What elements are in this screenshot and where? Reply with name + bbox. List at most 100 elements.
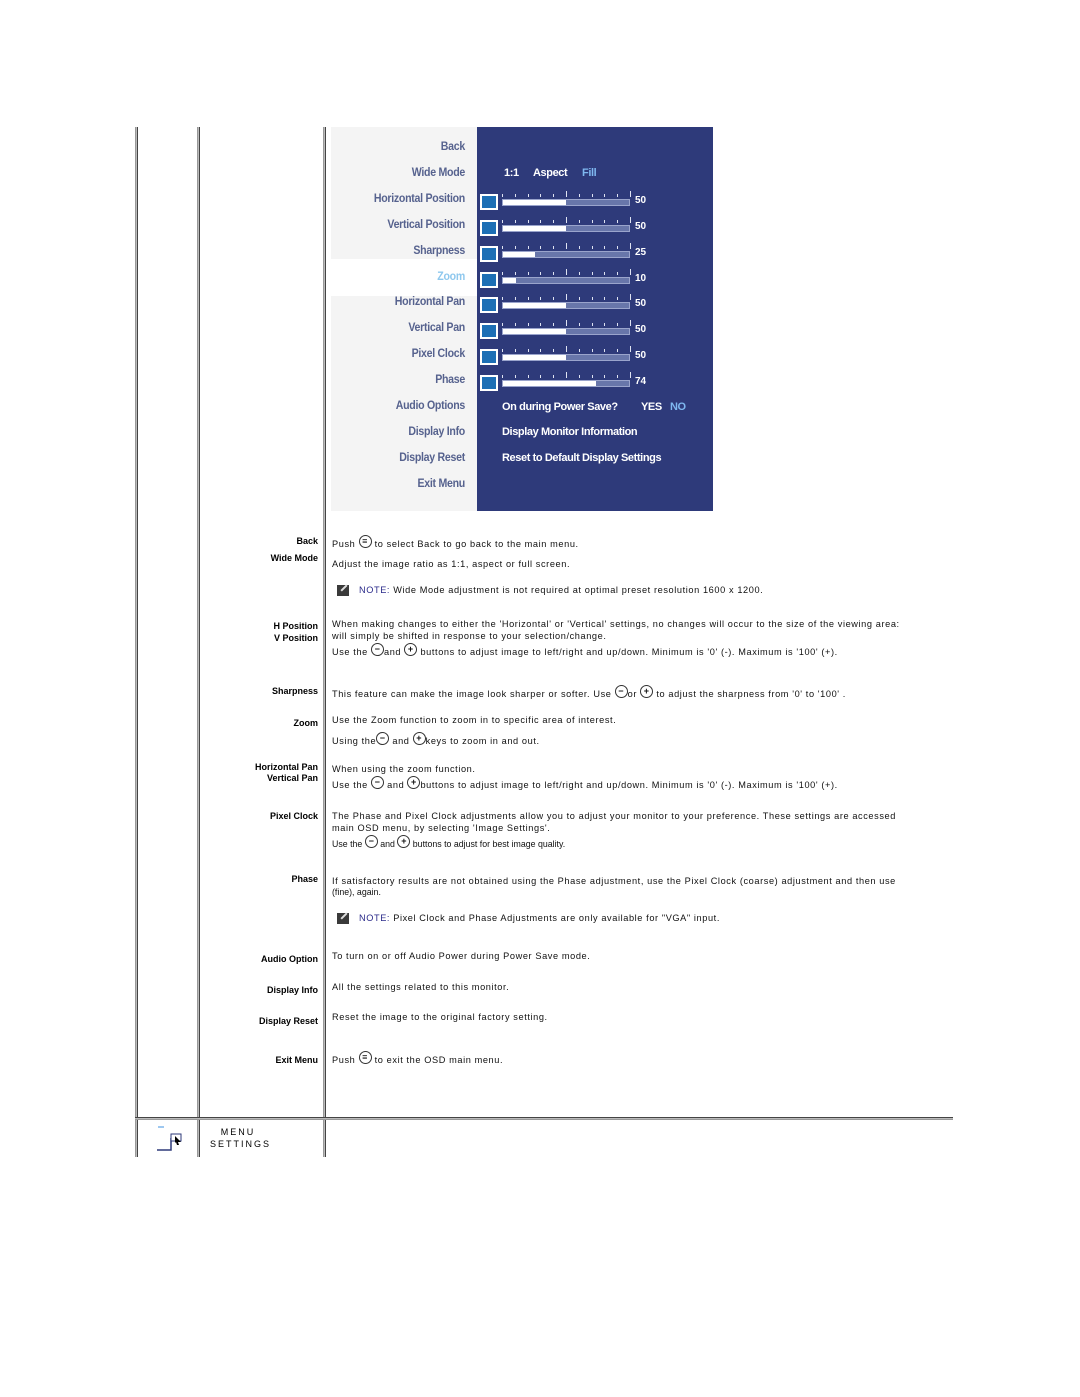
minus-button-icon: − [371, 643, 385, 656]
slider-fill [503, 303, 566, 309]
table-border [135, 127, 138, 1157]
desc-phase-2: (fine), again. [332, 887, 381, 897]
label-exit-menu: Exit Menu [275, 1055, 318, 1065]
desc-audio: To turn on or off Audio Power during Pow… [332, 951, 591, 961]
audio-yes: YES [641, 401, 662, 413]
slider-value: 50 [635, 298, 647, 310]
label-horizontal-pan: Horizontal Pan [254, 762, 318, 772]
desc-pixel-clock-3: Use the − and + buttons to adjust for be… [332, 835, 566, 849]
horizontal-pan-icon [480, 297, 498, 314]
label-audio-option: Audio Option [261, 954, 318, 964]
wide-option-1-1: 1:1 [504, 167, 519, 179]
display-info-text: Display Monitor Information [502, 426, 638, 438]
phase-icon [480, 375, 498, 392]
desc-phase-1: If satisfactory results are not obtained… [332, 876, 896, 886]
label-display-reset: Display Reset [258, 1016, 318, 1026]
note-icon [337, 913, 349, 924]
slider-fill [503, 381, 597, 387]
menu-button-icon: ≡ [358, 1051, 372, 1064]
desc-exit: Push ≡ to exit the OSD main menu. [332, 1051, 504, 1065]
osd-slider [502, 250, 630, 258]
audio-no: NO [670, 401, 686, 413]
osd-menu-item: Vertical Pan [408, 322, 465, 335]
table-border [197, 127, 200, 1157]
slider-fill [503, 199, 566, 205]
plus-button-icon: + [397, 835, 411, 848]
minus-button-icon: − [364, 835, 378, 848]
label-h-position: H Position [273, 621, 319, 631]
desc-pan-1: When using the zoom function. [332, 764, 476, 774]
osd-menu-item: Horizontal Position [373, 192, 465, 205]
osd-slider [502, 354, 630, 362]
minus-button-icon: − [371, 776, 385, 789]
menu-settings-label-2[interactable]: SETTINGS [210, 1139, 269, 1149]
note-icon [337, 585, 349, 596]
audio-question: On during Power Save? [502, 401, 618, 413]
osd-slider [502, 276, 630, 284]
osd-menu-image: 1:1 Aspect Fill On during Power Save? YE… [331, 127, 713, 511]
desc-pan-2: Use the − and + buttons to adjust image t… [332, 776, 838, 790]
osd-menu-item: Back [440, 141, 465, 153]
osd-slider [502, 328, 630, 336]
desc-zoom-2: Using the − and + keys to zoom in and out. [332, 732, 540, 746]
wide-option-aspect: Aspect [533, 167, 568, 179]
vertical-pan-icon [480, 323, 498, 340]
osd-menu-item: Display Reset [399, 451, 465, 464]
desc-position-1: When making changes to either the 'Horiz… [332, 619, 900, 629]
slider-fill [503, 355, 566, 361]
note-pixel-clock: NOTE: Pixel Clock and Phase Adjustments … [359, 913, 720, 923]
label-sharpness: Sharpness [271, 686, 318, 696]
desc-sharpness: This feature can make the image look sha… [332, 685, 846, 699]
osd-menu-item: Horizontal Pan [394, 296, 465, 309]
desc-display-info: All the settings related to this monitor… [332, 982, 510, 992]
menu-settings-icon[interactable] [155, 1124, 185, 1154]
osd-slider [502, 302, 630, 310]
menu-button-icon: ≡ [358, 535, 372, 548]
desc-position-3: Use the − and + buttons to adjust image t… [332, 643, 838, 657]
table-border [135, 1117, 953, 1120]
slider-value: 10 [635, 272, 647, 284]
slider-fill [503, 251, 535, 257]
label-display-info: Display Info [266, 985, 318, 995]
plus-button-icon: + [407, 776, 421, 789]
label-wide-mode: Wide Mode [270, 553, 318, 563]
slider-fill [503, 329, 566, 335]
osd-menu-item: Display Info [408, 425, 465, 438]
desc-wide-mode: Adjust the image ratio as 1:1, aspect or… [332, 559, 571, 569]
slider-value: 50 [635, 324, 647, 336]
osd-slider [502, 224, 630, 232]
vertical-position-icon [480, 219, 498, 236]
desc-zoom-1: Use the Zoom function to zoom in to spec… [332, 715, 617, 725]
osd-menu-item: Pixel Clock [411, 348, 466, 361]
sharpness-icon [480, 245, 498, 262]
slider-value: 50 [635, 220, 647, 232]
osd-menu-item: Zoom [437, 270, 465, 283]
menu-settings-label-1: MENU [220, 1127, 256, 1137]
plus-button-icon: + [412, 732, 426, 745]
label-back: Back [296, 536, 318, 546]
desc-position-2: will simply be shifted in response to yo… [332, 631, 607, 641]
desc-display-reset: Reset the image to the original factory … [332, 1012, 548, 1022]
label-vertical-pan: Vertical Pan [266, 773, 318, 783]
label-pixel-clock: Pixel Clock [269, 811, 318, 821]
minus-button-icon: − [376, 732, 390, 745]
note-wide-mode: NOTE: Wide Mode adjustment is not requir… [359, 585, 764, 595]
osd-menu-item: Exit Menu [417, 477, 466, 490]
wide-option-fill: Fill [582, 167, 597, 179]
slider-value: 50 [635, 194, 647, 206]
osd-menu-item: Audio Options [395, 400, 466, 412]
plus-button-icon: + [640, 685, 654, 698]
osd-slider [502, 198, 630, 206]
plus-button-icon: + [404, 643, 418, 656]
pixel-clock-icon [480, 349, 498, 366]
horizontal-position-icon [480, 193, 498, 210]
desc-pixel-clock-1: The Phase and Pixel Clock adjustments al… [332, 811, 896, 821]
desc-pixel-clock-2: main OSD menu, by selecting 'Image Setti… [332, 823, 551, 833]
osd-menu-item: Vertical Position [387, 218, 465, 231]
zoom-icon [480, 271, 498, 288]
label-zoom: Zoom [293, 718, 319, 728]
osd-menu-item: Sharpness [413, 244, 465, 257]
display-reset-text: Reset to Default Display Settings [502, 452, 662, 464]
osd-slider [502, 380, 630, 388]
label-phase: Phase [291, 874, 318, 884]
